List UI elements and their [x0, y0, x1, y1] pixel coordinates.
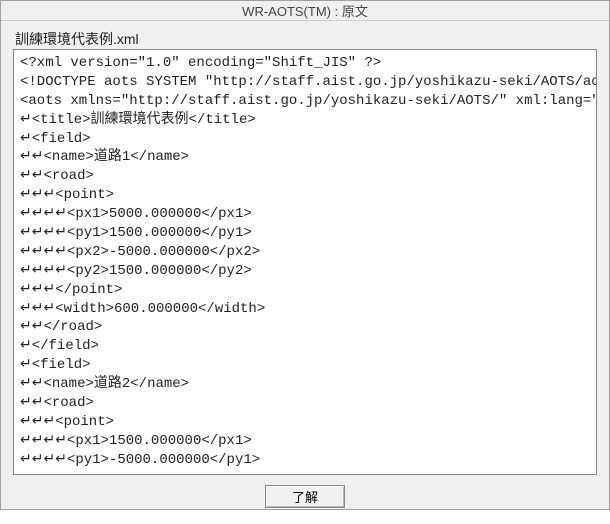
- content-line: ↵<field>: [20, 356, 590, 375]
- button-row: 了解: [13, 475, 597, 520]
- content-line: ↵↵↵</point>: [20, 281, 590, 300]
- content-line: ↵↵<name>道路2</name>: [20, 375, 590, 394]
- content-line: <!DOCTYPE aots SYSTEM "http://staff.aist…: [20, 73, 590, 92]
- content-line: ↵↵↵↵<px1>1500.000000</px1>: [20, 432, 590, 451]
- content-line: ↵↵</road>: [20, 318, 590, 337]
- content-line: ↵↵↵↵<py1>-5000.000000</py1>: [20, 451, 590, 470]
- content-line: <aots xmlns="http://staff.aist.go.jp/yos…: [20, 92, 590, 111]
- content-line: ↵↵↵↵<py1>1500.000000</py1>: [20, 224, 590, 243]
- xml-content-textarea[interactable]: <?xml version="1.0" encoding="Shift_JIS"…: [13, 49, 597, 475]
- content-line: ↵↵↵↵<px1>5000.000000</px1>: [20, 205, 590, 224]
- content-line: ↵</field>: [20, 337, 590, 356]
- content-line: ↵↵↵<point>: [20, 413, 590, 432]
- content-line: ↵<title>訓練環境代表例</title>: [20, 111, 590, 130]
- content-line: ↵<field>: [20, 130, 590, 149]
- content-line: ↵↵<name>道路1</name>: [20, 148, 590, 167]
- ok-button[interactable]: 了解: [265, 485, 345, 508]
- dialog-window: WR-AOTS(TM) : 原文 訓練環境代表例.xml <?xml versi…: [0, 0, 610, 510]
- content-line: ↵↵<road>: [20, 167, 590, 186]
- titlebar: WR-AOTS(TM) : 原文: [1, 1, 609, 21]
- content-line: ↵↵↵↵<px2>-5000.000000</px2>: [20, 243, 590, 262]
- content-line: <?xml version="1.0" encoding="Shift_JIS"…: [20, 54, 590, 73]
- content-line: ↵↵↵<point>: [20, 186, 590, 205]
- filename-label: 訓練環境代表例.xml: [13, 29, 597, 49]
- content-line: ↵↵<road>: [20, 394, 590, 413]
- window-title: WR-AOTS(TM) : 原文: [242, 1, 368, 20]
- dialog-body: 訓練環境代表例.xml <?xml version="1.0" encoding…: [1, 21, 609, 524]
- content-line: ↵↵↵↵<py2>1500.000000</py2>: [20, 262, 590, 281]
- content-line: ↵↵↵<width>600.000000</width>: [20, 300, 590, 319]
